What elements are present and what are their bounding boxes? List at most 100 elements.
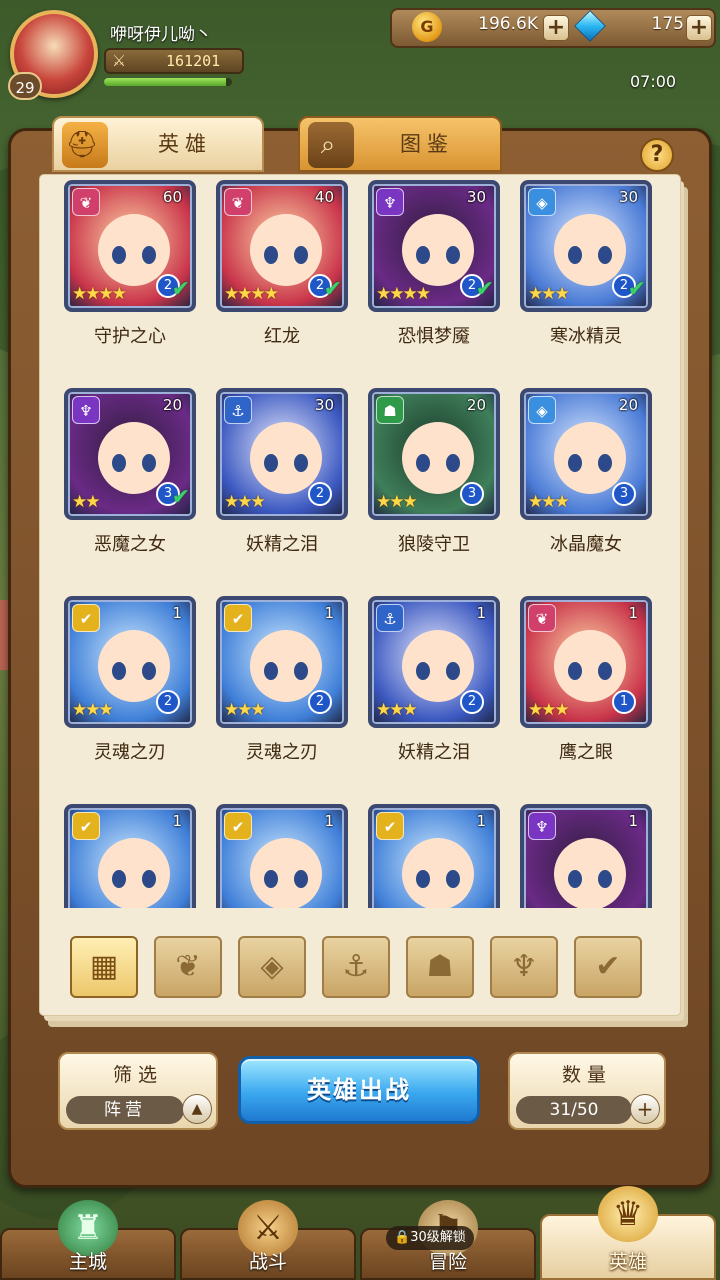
hero-name: 妖精之泪 xyxy=(398,742,470,763)
lock-icon: 🔒 xyxy=(394,1230,411,1245)
filter-title: 筛选 xyxy=(112,1064,163,1086)
hero-face xyxy=(554,422,626,494)
hero-face xyxy=(250,838,322,908)
hero-portrait: ◈ 20 ★★★ 3 xyxy=(520,388,652,520)
hero-eye xyxy=(142,246,156,264)
demon-faction-filter-button[interactable]: ♆ xyxy=(490,936,558,998)
deployed-check-icon: ✔ xyxy=(627,277,646,302)
hero-name: 灵魂之刃 xyxy=(94,742,166,763)
ice-faction-filter-button[interactable]: ◈ xyxy=(238,936,306,998)
hero-tier-badge: 2 xyxy=(308,690,332,714)
help-button[interactable]: ? xyxy=(640,138,674,172)
hero-eye xyxy=(294,246,308,264)
fire-faction-filter-button[interactable]: ❦ xyxy=(154,936,222,998)
expand-capacity-button[interactable]: + xyxy=(630,1094,660,1124)
faction-light-icon: ✔ xyxy=(224,812,252,840)
hero-stars: ★★★ xyxy=(224,700,266,720)
hero-portrait: ☗ 20 ★★★ 3 xyxy=(368,388,500,520)
faction-fire-icon: ❦ xyxy=(528,604,556,632)
faction-filter-row: ▦ ❦ ◈ ⚓ ☗ ♆ ✔ xyxy=(70,936,650,1000)
light-faction-filter-button[interactable]: ✔ xyxy=(574,936,642,998)
filter-panel: 筛选 阵营 ▲ xyxy=(58,1052,218,1130)
hero-tier-badge: 3 xyxy=(460,482,484,506)
hero-portrait: ⚓ 1 ★★★ 2 xyxy=(368,596,500,728)
hero-level: 1 xyxy=(172,604,182,622)
faction-demon-icon: ♆ xyxy=(376,188,404,216)
hero-level: 1 xyxy=(628,812,638,830)
hero-face xyxy=(554,630,626,702)
hero-eye xyxy=(112,870,126,888)
hero-eye xyxy=(264,870,278,888)
deploy-heroes-button[interactable]: 英雄出战 xyxy=(238,1056,480,1124)
hero-eye xyxy=(294,454,308,472)
faction-demon-icon: ♆ xyxy=(72,396,100,424)
ocean-anchor-filter-button[interactable]: ⚓ xyxy=(322,936,390,998)
hero-stars: ★★★★ xyxy=(72,284,127,304)
beast-faction-filter-button[interactable]: ☗ xyxy=(406,936,474,998)
count-value: 31/50 xyxy=(516,1096,632,1124)
hero-name: 冰晶魔女 xyxy=(550,534,622,555)
hero-eye xyxy=(264,662,278,680)
hero-stars: ★★★ xyxy=(224,492,266,512)
hero-eye xyxy=(264,246,278,264)
count-title: 数量 xyxy=(561,1064,612,1086)
tab-atlas-label: 图鉴 xyxy=(400,132,454,156)
hero-stars: ★★★ xyxy=(528,284,570,304)
deployed-check-icon: ✔ xyxy=(171,277,190,302)
chevron-up-icon[interactable]: ▲ xyxy=(182,1094,212,1124)
power-display: ⚔ 161201 xyxy=(104,48,244,74)
hero-eye xyxy=(142,870,156,888)
nav-main-city[interactable]: ♜ 主城 xyxy=(0,1200,176,1280)
hero-eye xyxy=(142,454,156,472)
hero-level: 20 xyxy=(162,396,182,414)
hero-name: 狼陵守卫 xyxy=(398,534,470,555)
clock: 07:00 xyxy=(630,72,677,91)
hero-eye xyxy=(416,662,430,680)
hero-name: 灵魂之刃 xyxy=(246,742,318,763)
magnifier-icon: ⌕ xyxy=(308,122,354,168)
hero-level: 40 xyxy=(314,188,334,206)
hero-stars: ★★★ xyxy=(528,700,570,720)
gem-value: 175 xyxy=(651,14,684,34)
hero-eye xyxy=(112,662,126,680)
hero-grid: ❦ 60 ★★★★ 2 ✔ 守护之心 ❦ 40 ★★★★ 2 ✔ 红龙 ♆ 30… xyxy=(60,178,660,908)
hero-portrait: ❦ 40 ★★★★ 2 ✔ xyxy=(216,180,348,312)
crossed-swords-icon: ⚔ xyxy=(111,51,127,70)
tab-heroes[interactable]: ⛑ 英雄 xyxy=(52,116,264,172)
hero-face xyxy=(402,838,474,908)
hero-level: 20 xyxy=(618,396,638,414)
all-grid-icon: ▦ xyxy=(89,949,119,984)
hero-tier-badge: 2 xyxy=(460,690,484,714)
light-faction-icon: ✔ xyxy=(595,949,621,984)
hero-tier-badge: 3 xyxy=(612,482,636,506)
deployed-check-icon: ✔ xyxy=(171,485,190,510)
nav-adventure[interactable]: ⚑ 🔒30级解锁 冒险 xyxy=(360,1200,536,1280)
nav-heroes[interactable]: ♛ 英雄 xyxy=(540,1186,716,1280)
hero-portrait: ❦ 60 ★★★★ 2 ✔ xyxy=(64,180,196,312)
hero-eye xyxy=(568,870,582,888)
hero-name: 妖精之泪 xyxy=(246,534,318,555)
hero-tier-badge: 2 xyxy=(308,482,332,506)
knight-helmet-icon: ⛑ xyxy=(62,122,108,168)
nav-battle[interactable]: ⚔ 战斗 xyxy=(180,1200,356,1280)
hero-face xyxy=(250,422,322,494)
hero-level: 30 xyxy=(618,188,638,206)
hero-stars: ★★★★ xyxy=(376,284,431,304)
hero-crest-icon: ♛ xyxy=(598,1186,658,1242)
add-gems-button[interactable]: + xyxy=(686,15,712,41)
hero-stars: ★★ xyxy=(72,492,101,512)
hero-eye xyxy=(598,246,612,264)
hero-portrait: ⚓ 30 ★★★ 2 xyxy=(216,388,348,520)
beast-faction-icon: ☗ xyxy=(426,949,454,984)
tab-atlas[interactable]: ⌕ 图鉴 xyxy=(298,116,502,172)
filter-value[interactable]: 阵营 xyxy=(66,1096,184,1124)
hero-face xyxy=(402,214,474,286)
hero-portrait: ✔ 1 ★★★ 2 xyxy=(64,596,196,728)
all-grid-filter-button[interactable]: ▦ xyxy=(70,936,138,998)
hero-level: 1 xyxy=(172,812,182,830)
faction-light-icon: ✔ xyxy=(72,812,100,840)
hero-eye xyxy=(416,870,430,888)
hero-eye xyxy=(446,662,460,680)
hero-level: 1 xyxy=(628,604,638,622)
add-gold-button[interactable]: + xyxy=(543,15,569,41)
